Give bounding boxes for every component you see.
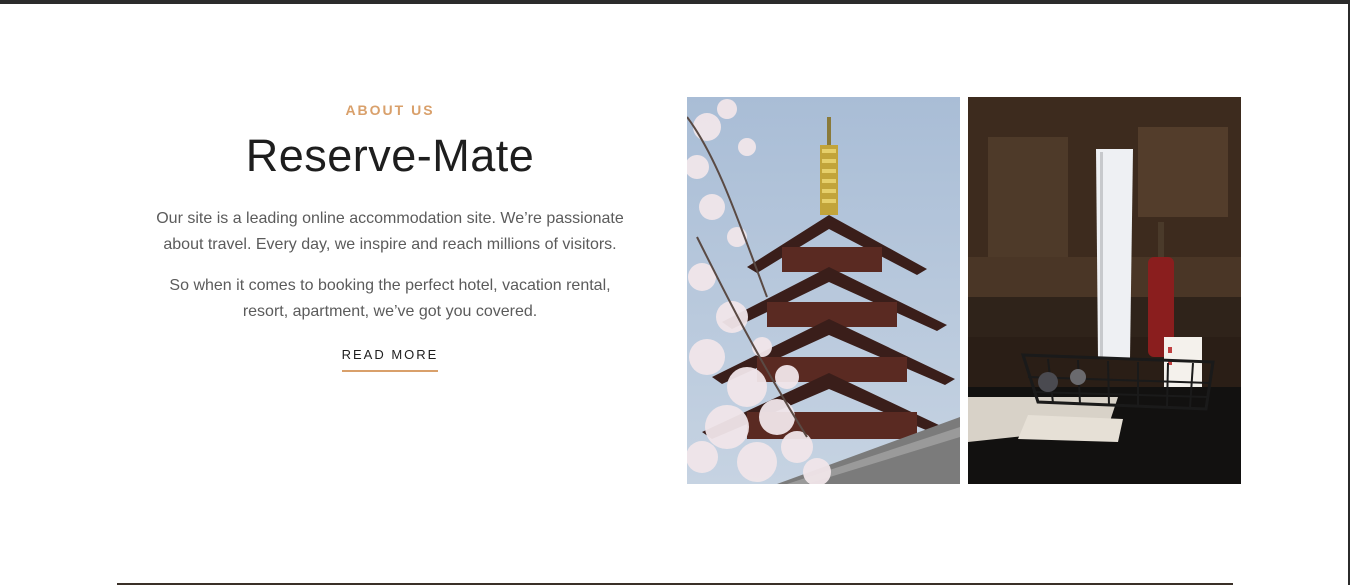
section-eyebrow: ABOUT US [345, 102, 435, 118]
about-section: ABOUT US Reserve-Mate Our site is a lead… [0, 0, 1350, 585]
about-text-column: ABOUT US Reserve-Mate Our site is a lead… [130, 100, 650, 372]
page-title: Reserve-Mate [245, 130, 535, 181]
about-paragraph-1: Our site is a leading online accommodati… [156, 210, 624, 253]
pagoda-photo [687, 97, 960, 484]
about-paragraph-2: So when it comes to booking the perfect … [169, 277, 611, 320]
read-more-link[interactable]: READ MORE [341, 347, 439, 372]
restaurant-photo [968, 97, 1241, 484]
